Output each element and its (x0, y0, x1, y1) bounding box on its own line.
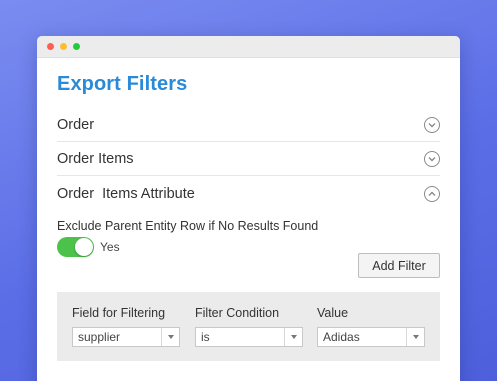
value-header: Value (317, 306, 349, 320)
exclude-parent-toggle[interactable] (57, 237, 94, 257)
condition-select-value: is (201, 330, 210, 344)
field-select-value: supplier (78, 330, 121, 344)
filter-condition-header: Filter Condition (195, 306, 280, 320)
field-select[interactable]: supplier (72, 327, 180, 347)
field-for-filtering-header: Field for Filtering (72, 306, 166, 320)
add-filter-button[interactable]: Add Filter (358, 253, 440, 278)
dropdown-arrow-icon[interactable] (161, 328, 179, 346)
app-window: Export Filters Order Order Items Order I… (37, 36, 460, 381)
page-title: Export Filters (57, 73, 188, 95)
chevron-down-icon[interactable] (424, 117, 440, 133)
close-window-button[interactable] (47, 43, 54, 50)
chevron-down-icon[interactable] (424, 151, 440, 167)
section-label: Order Items Attribute (57, 185, 195, 202)
condition-select[interactable]: is (195, 327, 303, 347)
maximize-window-button[interactable] (73, 43, 80, 50)
value-select-value: Adidas (323, 330, 360, 344)
window-titlebar (37, 36, 460, 58)
toggle-knob (75, 238, 93, 256)
section-order-items[interactable]: Order Items (57, 143, 440, 176)
section-order[interactable]: Order (57, 109, 440, 142)
value-select[interactable]: Adidas (317, 327, 425, 347)
section-label: Order (57, 117, 95, 133)
chevron-up-icon[interactable] (424, 185, 440, 202)
toggle-state-label: Yes (100, 240, 120, 254)
minimize-window-button[interactable] (60, 43, 67, 50)
filter-row: Field for Filtering Filter Condition Val… (57, 292, 440, 361)
dropdown-arrow-icon[interactable] (406, 328, 424, 346)
section-label: Order Items (57, 151, 134, 167)
exclude-parent-label: Exclude Parent Entity Row if No Results … (57, 219, 319, 233)
dropdown-arrow-icon[interactable] (284, 328, 302, 346)
section-order-items-attribute[interactable]: Order Items Attribute (57, 177, 440, 210)
